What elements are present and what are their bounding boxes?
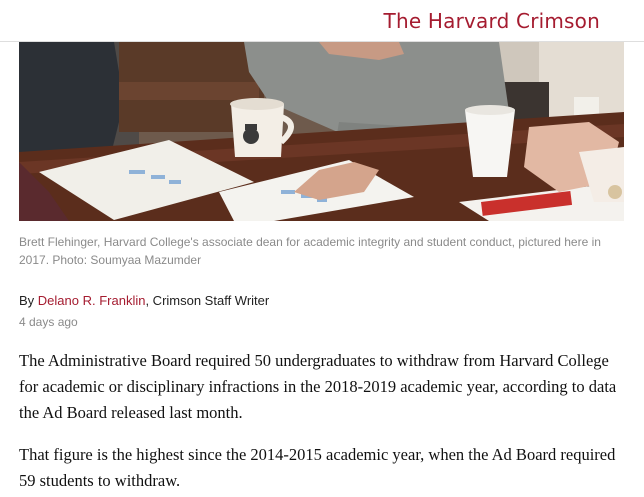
byline: By Delano R. Franklin, Crimson Staff Wri… [19, 293, 269, 308]
byline-prefix: By [19, 293, 38, 308]
site-title-link[interactable]: The Harvard Crimson [384, 9, 600, 33]
article-photo [19, 42, 624, 221]
author-role: , Crimson Staff Writer [145, 293, 270, 308]
article-paragraph: The Administrative Board required 50 und… [19, 351, 617, 422]
article-timestamp: 4 days ago [19, 315, 78, 329]
author-link[interactable]: Delano R. Franklin [38, 293, 146, 308]
site-header: The Harvard Crimson [0, 0, 644, 42]
article-paragraph: That figure is the highest since the 201… [19, 445, 616, 490]
photo-caption: Brett Flehinger, Harvard College's assoc… [19, 235, 601, 267]
